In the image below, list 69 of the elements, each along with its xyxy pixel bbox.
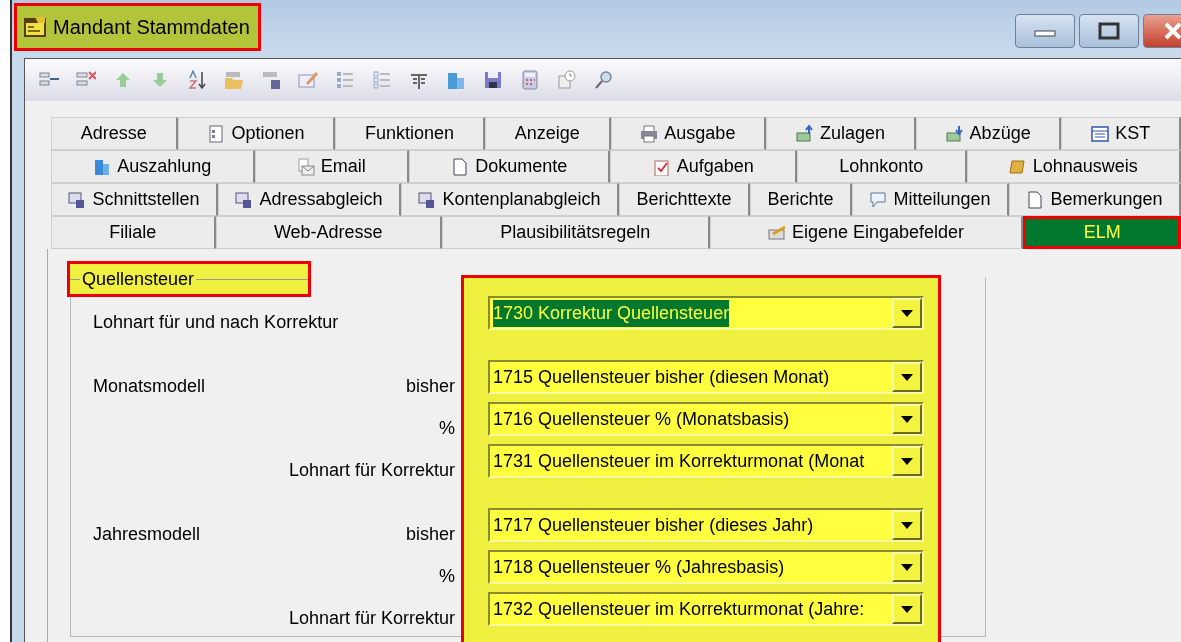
dropdown-button[interactable] — [892, 594, 922, 624]
sort-icon[interactable] — [187, 70, 207, 90]
save-text-icon[interactable] — [261, 70, 281, 90]
tab[interactable]: Anzeige — [484, 117, 611, 150]
maximize-button[interactable] — [1079, 14, 1139, 48]
caret-icon — [900, 414, 914, 424]
window-title: Mandant Stammdaten — [53, 15, 250, 40]
tab[interactable]: Zulagen — [766, 117, 916, 150]
building-icon[interactable] — [446, 70, 466, 90]
tab[interactable]: Web-Adresse — [215, 216, 442, 249]
tab[interactable]: Lohnkonto — [797, 150, 967, 183]
tab[interactable]: Abzüge — [915, 117, 1062, 150]
app-icon — [23, 15, 47, 39]
caret-icon — [900, 604, 914, 614]
tab[interactable]: Mitteilungen — [852, 183, 1009, 216]
dropdown-field[interactable]: 1718 Quellensteuer % (Jahresbasis) — [488, 550, 924, 584]
caret-icon — [900, 372, 914, 382]
field-label: % — [439, 416, 456, 440]
calculator-icon[interactable] — [520, 70, 540, 90]
tab[interactable]: Berichte — [750, 183, 852, 216]
field-label: Lohnart für und nach Korrektur — [93, 310, 339, 334]
tab[interactable]: Kontenplanabgleich — [401, 183, 620, 216]
field-label: Lohnart für Korrektur — [288, 458, 456, 482]
group-title: Quellensteuer — [81, 267, 196, 291]
tab[interactable]: ELM — [1023, 216, 1181, 249]
tab[interactable]: Berichttexte — [619, 183, 750, 216]
tab[interactable]: Email — [254, 150, 409, 183]
dropdown-field[interactable]: 1732 Quellensteuer im Korrekturmonat (Jahre: — [488, 592, 924, 626]
dropdown-button[interactable] — [892, 552, 922, 582]
tab[interactable]: Ausgabe — [610, 117, 767, 150]
tab[interactable]: Adressabgleich — [218, 183, 401, 216]
tab[interactable]: Dokumente — [408, 150, 611, 183]
dropdown-field[interactable]: 1716 Quellensteuer % (Monatsbasis) — [488, 402, 924, 436]
dropdown-field[interactable]: 1730 Korrektur Quellensteuer — [488, 296, 924, 330]
tab[interactable]: Lohnausweis — [966, 150, 1181, 183]
dropdown-button[interactable] — [892, 298, 922, 328]
tab[interactable]: KST — [1061, 117, 1181, 150]
caret-icon — [900, 520, 914, 530]
field-label: Monatsmodell — [93, 374, 206, 398]
caret-icon — [900, 562, 914, 572]
field-label: Lohnart für Korrektur — [288, 606, 456, 630]
dropdown-field[interactable]: 1715 Quellensteuer bisher (diesen Monat) — [488, 360, 924, 394]
tab[interactable]: Aufgaben — [610, 150, 797, 183]
save-icon[interactable] — [483, 70, 503, 90]
dropdown-button[interactable] — [892, 446, 922, 476]
field-label: % — [439, 564, 456, 588]
dropdown-field[interactable]: 1731 Quellensteuer im Korrekturmonat (Monat — [488, 444, 924, 478]
maximize-icon — [1098, 22, 1120, 40]
close-icon — [1162, 21, 1181, 41]
minimize-button[interactable] — [1015, 14, 1075, 48]
search-icon[interactable] — [594, 70, 614, 90]
dropdown-button[interactable] — [892, 362, 922, 392]
tab[interactable]: Adresse — [51, 117, 178, 150]
caret-icon — [900, 456, 914, 466]
tab[interactable]: Schnittstellen — [51, 183, 218, 216]
tab[interactable]: Auszahlung — [51, 150, 255, 183]
dropdown-field[interactable]: 1717 Quellensteuer bisher (dieses Jahr) — [488, 508, 924, 542]
field-label: bisher — [405, 374, 456, 398]
field-label: bisher — [405, 522, 456, 546]
tab[interactable]: Bemerkungen — [1008, 183, 1181, 216]
dropdown-button[interactable] — [892, 510, 922, 540]
tab[interactable]: Filiale — [51, 216, 216, 249]
tab[interactable]: Optionen — [177, 117, 336, 150]
tab[interactable]: Plausibilitätsregeln — [441, 216, 710, 249]
tab[interactable]: Funktionen — [335, 117, 485, 150]
dropdown-button[interactable] — [892, 404, 922, 434]
field-label: Jahresmodell — [93, 522, 201, 546]
caret-icon — [900, 308, 914, 318]
tab[interactable]: Eigene Eingabefelder — [709, 216, 1024, 249]
